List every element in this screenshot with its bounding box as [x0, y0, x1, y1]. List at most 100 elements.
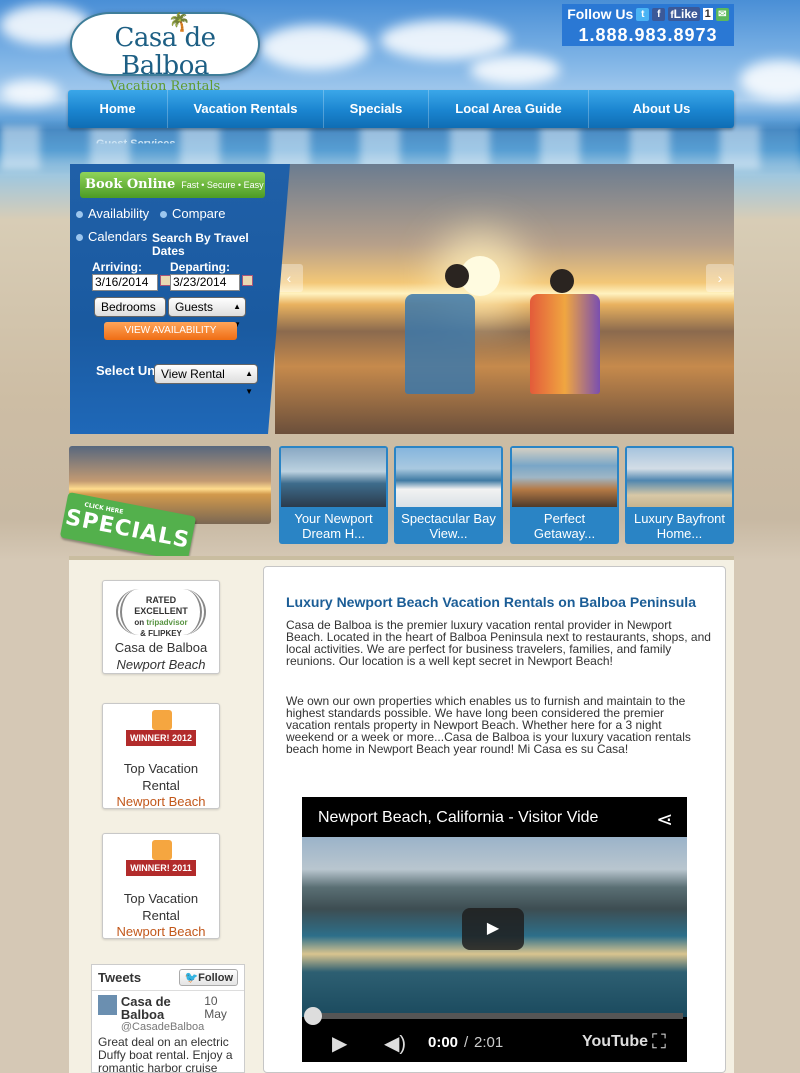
email-icon[interactable]: ✉: [715, 7, 729, 21]
select-unit-label: Select Unit: [96, 364, 154, 377]
rental-thumb[interactable]: Luxury Bayfront Home...: [625, 446, 734, 544]
guests-select[interactable]: Guests ▲ ▼: [168, 297, 246, 329]
compare-link[interactable]: Compare: [160, 206, 225, 221]
site-logo[interactable]: 🌴 Casa de Balboa Vacation Rentals: [70, 12, 260, 94]
bedrooms-select[interactable]: Bedrooms: [94, 297, 166, 317]
tweets-title: Tweets: [98, 970, 142, 985]
winner-ribbon: WINNER! 2012: [126, 730, 196, 746]
play-control-icon[interactable]: ▶: [332, 1031, 347, 1056]
book-online-button[interactable]: Book Online Fast • Secure • Easy: [80, 172, 265, 198]
tripadvisor-laurel-icon: RATED EXCELLENT on tripadvisor & FLIPKEY: [116, 589, 206, 638]
rental-thumb[interactable]: Spectacular Bay View...: [394, 446, 503, 544]
video-title[interactable]: Newport Beach, California - Visitor Vide: [318, 809, 598, 827]
availability-link[interactable]: Availability: [76, 206, 149, 221]
specials-banner[interactable]: CLICK HERE SPECIALS: [59, 446, 271, 562]
chevron-down-icon: ▲ ▼: [245, 369, 253, 396]
award-title: Top Vacation Rental: [123, 761, 199, 793]
progress-knob[interactable]: [304, 1007, 322, 1025]
play-icon[interactable]: ▶: [462, 908, 524, 950]
winner-award-icon: WINNER! 2011: [126, 840, 196, 886]
tweet: Casa de Balboa @CasadeBalboa 10 May Grea…: [92, 991, 244, 1073]
main-panel: Luxury Newport Beach Vacation Rentals on…: [263, 566, 726, 1073]
house-icon: [152, 840, 172, 860]
rental-thumb-image: [396, 448, 501, 507]
page-title: Luxury Newport Beach Vacation Rentals on…: [286, 594, 696, 610]
like-count: 1: [702, 8, 713, 20]
award-place: Newport Beach: [116, 794, 206, 809]
award-place: Newport Beach: [116, 924, 206, 939]
tweet-text: Great deal on an electric Duffy boat ren…: [98, 1035, 233, 1073]
avatar[interactable]: [98, 995, 117, 1015]
award-badge-2012[interactable]: WINNER! 2012 Top Vacation Rental Newport…: [102, 703, 220, 809]
beach-chair-right: [530, 294, 600, 394]
tripadvisor-place: Newport Beach: [116, 657, 206, 672]
rental-thumb-image: [627, 448, 732, 507]
tweet-handle[interactable]: @CasadeBalboa: [121, 1021, 204, 1034]
main-nav: Home Vacation Rentals Specials Local Are…: [68, 90, 734, 128]
nav-item-specials[interactable]: Specials: [324, 90, 429, 128]
arriving-label: Arriving:: [92, 260, 143, 274]
departing-calendar-icon[interactable]: [242, 275, 253, 286]
tripadvisor-name: Casa de Balboa: [114, 640, 208, 655]
logo-name: Casa de Balboa: [114, 23, 216, 81]
arriving-date-input[interactable]: 3/16/2014: [92, 274, 158, 291]
view-rental-select[interactable]: View Rental ▲ ▼: [154, 364, 258, 396]
follow-label: Follow Us: [567, 6, 634, 22]
rental-thumb-image: [281, 448, 386, 507]
rental-thumb-caption: Perfect Getaway...: [533, 511, 596, 541]
winner-ribbon: WINNER! 2011: [126, 860, 196, 876]
hero-beach-photo: ‹ ›: [275, 164, 734, 434]
twitter-follow-button[interactable]: 🐦Follow: [179, 969, 238, 986]
next-slide-arrow[interactable]: ›: [706, 264, 734, 292]
cloud-decoration: [380, 20, 510, 60]
rental-thumb-image: [512, 448, 617, 507]
tweet-date[interactable]: 10 May: [204, 995, 238, 1034]
departing-date-input[interactable]: 3/23/2014: [170, 274, 240, 291]
twitter-icon[interactable]: t: [636, 7, 650, 21]
house-icon: [152, 710, 172, 730]
person-right: [550, 269, 574, 293]
rental-thumb-caption: Luxury Bayfront Home...: [633, 511, 726, 541]
facebook-icon[interactable]: f: [652, 7, 666, 21]
video-controls: ▶ ◀) 0:00 / 2:01 YouTube ⛶: [302, 1025, 687, 1062]
youtube-logo[interactable]: YouTube: [582, 1033, 648, 1051]
beach-chair-left: [405, 294, 475, 394]
rental-thumb-caption: Your Newport Dream H...: [294, 511, 373, 541]
palm-tree-icon: 🌴: [168, 12, 191, 32]
winner-award-icon: WINNER! 2012: [126, 710, 196, 756]
person-left: [445, 264, 469, 288]
video-time-total: 2:01: [474, 1034, 504, 1051]
rental-thumb[interactable]: Perfect Getaway...: [510, 446, 619, 544]
phone-number[interactable]: 1.888.983.8973: [562, 24, 734, 46]
facebook-like-button[interactable]: fLike: [668, 7, 700, 21]
rental-thumb[interactable]: Your Newport Dream H...: [279, 446, 388, 544]
award-title: Top Vacation Rental: [123, 891, 199, 923]
video-progress-bar[interactable]: [304, 1007, 683, 1025]
volume-icon[interactable]: ◀): [384, 1031, 406, 1056]
fullscreen-icon[interactable]: ⛶: [652, 1031, 666, 1054]
follow-box: Follow Us t f fLike 1 ✉ 1.888.983.8973: [562, 4, 734, 46]
twitter-bird-icon: 🐦: [184, 972, 199, 984]
time-separator: /: [464, 1034, 469, 1051]
cloud-decoration: [470, 55, 560, 85]
tripadvisor-badge[interactable]: RATED EXCELLENT on tripadvisor & FLIPKEY…: [102, 580, 220, 674]
cloud-decoration: [0, 80, 60, 105]
nav-item-local-area-guide[interactable]: Local Area Guide: [429, 90, 589, 128]
intro-paragraph: Casa de Balboa is the premier luxury vac…: [286, 618, 711, 668]
video-time-current: 0:00: [428, 1034, 459, 1051]
search-heading: Search By Travel Dates: [152, 231, 249, 258]
share-icon[interactable]: ⋖: [656, 807, 673, 832]
tweet-author[interactable]: Casa de Balboa: [121, 995, 181, 1021]
rental-thumb-caption: Spectacular Bay View...: [401, 511, 496, 541]
video-player[interactable]: Newport Beach, California - Visitor Vide…: [302, 797, 687, 1062]
calendars-link[interactable]: Calendars: [76, 229, 147, 244]
nav-item-vacation-rentals[interactable]: Vacation Rentals: [168, 90, 324, 128]
nav-item-about-us[interactable]: About Us: [589, 90, 734, 128]
view-availability-button[interactable]: VIEW AVAILABILITY: [104, 322, 237, 340]
cloud-decoration: [740, 60, 800, 100]
booking-panel: Book Online Fast • Secure • Easy Availabi…: [70, 164, 290, 434]
award-badge-2011[interactable]: WINNER! 2011 Top Vacation Rental Newport…: [102, 833, 220, 939]
ownership-paragraph: We own our own properties which enables …: [286, 694, 691, 756]
nav-item-home[interactable]: Home: [68, 90, 168, 128]
departing-label: Departing:: [170, 260, 230, 274]
